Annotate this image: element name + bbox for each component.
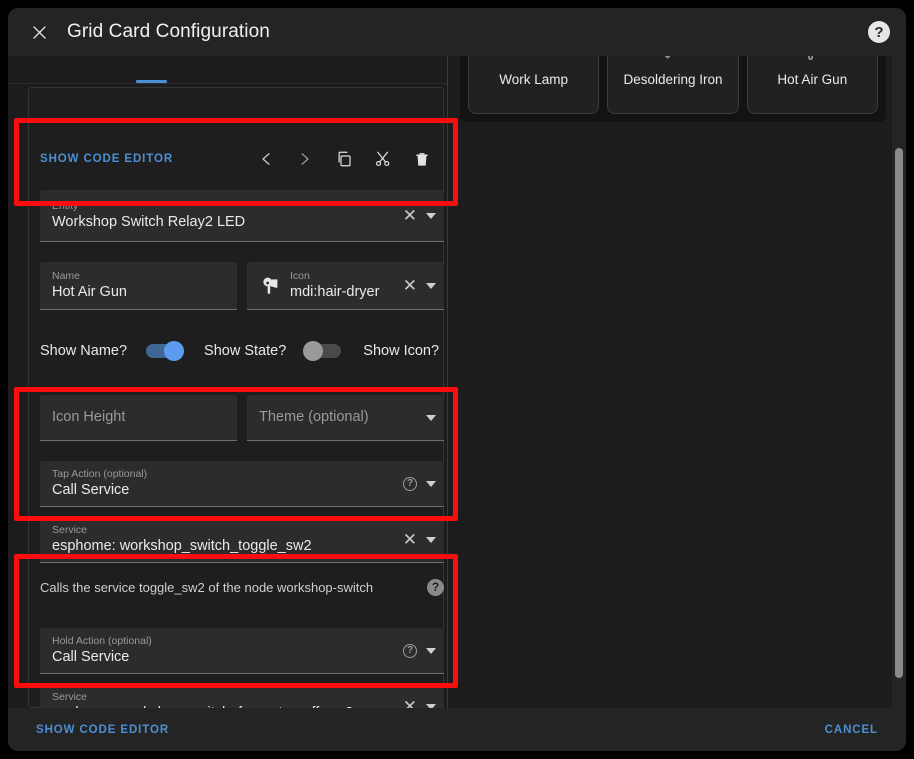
editor-tabstrip [8,56,447,84]
display-options-row: Show Name? Show State? Show Icon? [40,337,444,365]
hair-dryer-icon [259,275,281,297]
preview-card-label: Desoldering Iron [623,72,723,87]
entity-field-adornments: ✕ [403,207,436,224]
help-circle-icon[interactable]: ? [868,21,890,43]
show-state-toggle[interactable] [303,341,342,361]
name-field-label: Name [52,270,81,282]
chevron-down-icon[interactable] [426,212,436,219]
editor-toolbar: SHOW CODE EDITOR [28,142,444,176]
toggle-knob [164,341,185,361]
preview-card-desoldering-iron[interactable]: Desoldering Iron [607,56,739,114]
hold-service-label: Service [52,691,88,703]
tap-action-value: Call Service [52,482,130,498]
help-circle-icon[interactable]: ? [427,578,444,596]
tap-service-adornments: ✕ [403,531,436,548]
name-field-value: Hot Air Gun [52,284,127,300]
icon-field-adornments: ✕ [403,277,436,294]
show-state-label: Show State? [204,343,287,359]
clear-icon[interactable]: ✕ [403,698,417,708]
preview-scrollbar-thumb[interactable] [895,148,903,678]
card-editor-panel: SHOW CODE EDITOR Entity Workshop Switch … [8,56,447,708]
hold-action-value: Call Service [52,649,130,665]
chevron-down-icon[interactable] [426,536,436,543]
lamp-icon [519,56,549,64]
tap-action-field[interactable]: Tap Action (optional) Call Service ? [40,461,444,507]
cancel-button[interactable]: CANCEL [825,724,878,736]
tap-action-help-row: Calls the service toggle_sw2 of the node… [40,577,444,597]
clear-icon[interactable]: ✕ [403,531,417,548]
preview-card-label: Work Lamp [499,72,569,87]
show-icon-label: Show Icon? [363,343,440,359]
icon-height-placeholder: Icon Height [52,409,126,425]
undo-arrow-icon[interactable] [256,149,276,169]
icon-field[interactable]: Icon mdi:hair-dryer ✕ [247,262,444,310]
hold-action-field[interactable]: Hold Action (optional) Call Service ? [40,628,444,674]
hold-service-adornments: ✕ [403,698,436,708]
preview-card-label: Hot Air Gun [777,72,848,87]
help-circle-icon[interactable]: ? [403,476,417,491]
preview-card-hot-air-gun[interactable]: Hot Air Gun [746,56,878,114]
chevron-down-icon[interactable] [426,480,436,487]
help-circle-icon[interactable]: ? [403,643,417,658]
redo-arrow-icon[interactable] [295,149,315,169]
active-tab-indicator [136,80,167,83]
name-field[interactable]: Name Hot Air Gun [40,262,237,310]
show-name-label: Show Name? [40,343,128,359]
clear-icon[interactable]: ✕ [403,277,417,294]
page-title: Grid Card Configuration [67,21,270,42]
show-name-toggle[interactable] [146,341,185,361]
theme-placeholder: Theme (optional) [259,409,369,425]
close-icon[interactable] [24,17,54,47]
tap-service-label: Service [52,524,88,536]
dialog-titlebar: Grid Card Configuration ? [8,8,906,56]
chevron-down-icon[interactable] [426,282,436,289]
grid-card-configuration-dialog: Grid Card Configuration ? SHOW CODE EDIT… [8,8,906,751]
icon-height-field[interactable]: Icon Height [40,395,237,441]
tap-service-field[interactable]: Service esphome: workshop_switch_toggle_… [40,517,444,563]
tap-action-help-text: Calls the service toggle_sw2 of the node… [40,579,374,595]
clear-icon[interactable]: ✕ [403,207,417,224]
dialog-footer: SHOW CODE EDITOR CANCEL [8,708,906,751]
card-preview-panel: Work Lamp Desoldering Iron Hot Air Gun [448,56,906,708]
dialog-body: SHOW CODE EDITOR Entity Workshop Switch … [8,56,906,708]
chevron-down-icon[interactable] [426,647,436,654]
copy-icon[interactable] [334,149,354,169]
delete-trash-icon[interactable] [412,149,432,169]
tap-action-label: Tap Action (optional) [52,468,148,480]
entity-field-label: Entity [52,200,79,212]
grid-card-preview: Work Lamp Desoldering Iron Hot Air Gun [460,56,886,122]
entity-field[interactable]: Entity Workshop Switch Relay2 LED ✕ [40,190,444,242]
show-code-editor-button[interactable]: SHOW CODE EDITOR [36,724,169,736]
chevron-down-icon[interactable] [426,414,436,421]
toggle-knob [303,341,324,361]
show-code-editor-link-top[interactable]: SHOW CODE EDITOR [40,153,173,165]
cut-scissors-icon[interactable] [373,149,393,169]
preview-scrollbar-track[interactable] [892,56,906,708]
icon-field-label: Icon [290,270,310,282]
desoldering-iron-icon [658,56,688,64]
screenshot-root: Grid Card Configuration ? SHOW CODE EDIT… [0,0,914,759]
tap-service-value: esphome: workshop_switch_toggle_sw2 [52,538,312,554]
hold-action-label: Hold Action (optional) [52,635,152,647]
theme-field-adornments [426,414,436,421]
hold-service-field[interactable]: Service esphome: workshop_switch_force_t… [40,684,444,708]
hair-dryer-icon [797,56,827,64]
preview-card-work-lamp[interactable]: Work Lamp [468,56,600,114]
theme-field[interactable]: Theme (optional) [247,395,444,441]
editor-toolbar-icons [256,149,432,169]
icon-field-value: mdi:hair-dryer [290,284,380,300]
hold-action-adornments: ? [403,643,436,658]
entity-field-value: Workshop Switch Relay2 LED [52,214,246,230]
tap-action-adornments: ? [403,476,436,491]
